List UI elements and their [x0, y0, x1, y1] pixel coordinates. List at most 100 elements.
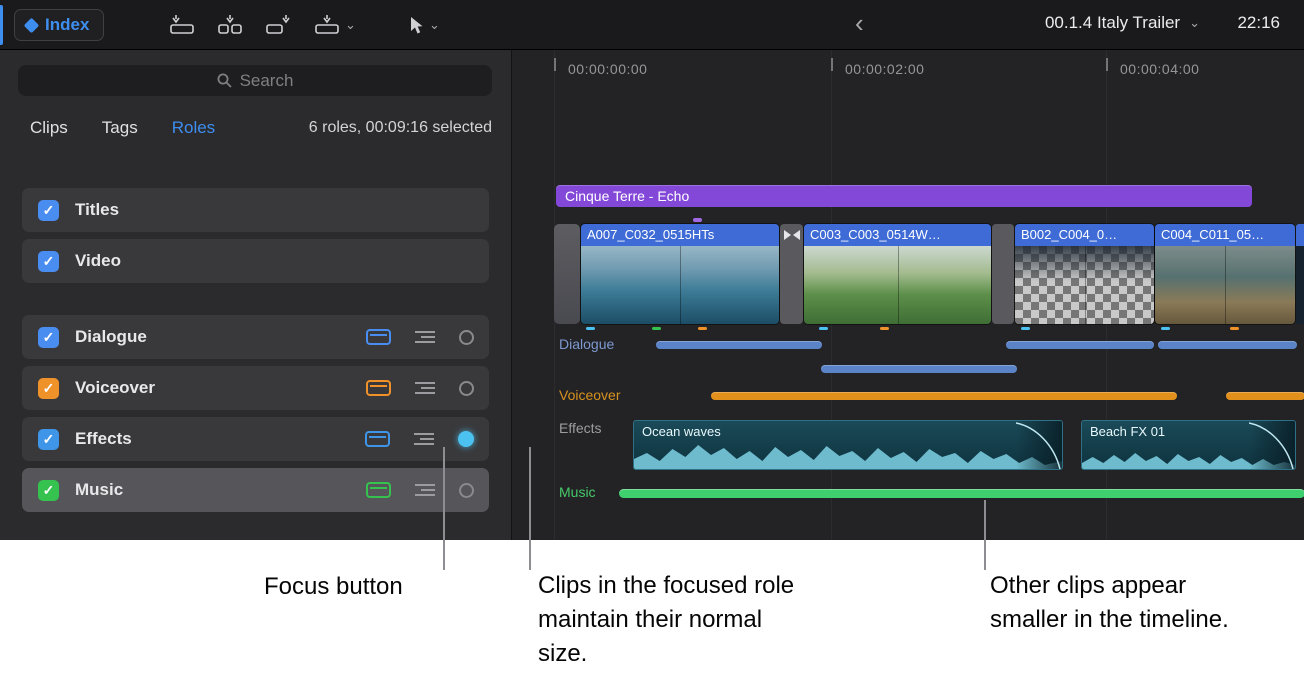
video-clip-title: C003_C003_0514W…: [804, 224, 991, 246]
selection-summary: 6 roles, 00:09:16 selected: [309, 119, 492, 137]
callout-focus-button: Focus button: [264, 570, 403, 604]
clock: 22:16: [1237, 13, 1280, 33]
append-clip-button[interactable]: [258, 11, 298, 39]
project-title-menu[interactable]: 00.1.4 Italy Trailer ⌄: [1045, 13, 1200, 33]
voiceover-audio-clip[interactable]: [1226, 392, 1304, 400]
overwrite-clip-icon: [314, 15, 340, 35]
timeline: 00:00:00:00 00:00:02:00 00:00:04:00 Cinq…: [511, 50, 1304, 540]
subroles-icon[interactable]: [414, 432, 434, 446]
role-row-controls: [366, 482, 474, 498]
audio-lanes-icon[interactable]: [365, 431, 390, 447]
callout-line: [984, 500, 986, 570]
role-row-dialogue[interactable]: ✓ Dialogue: [22, 315, 489, 359]
audio-lanes-icon[interactable]: [366, 329, 391, 345]
ruler-tick: [1106, 58, 1108, 71]
index-label: Index: [45, 15, 89, 35]
chevron-down-icon: ⌄: [1189, 18, 1200, 28]
index-button[interactable]: Index: [14, 9, 104, 41]
tab-roles[interactable]: Roles: [172, 118, 215, 138]
focus-button-active[interactable]: [458, 431, 474, 447]
fcp-window: Index ⌄ ⌄ ‹: [0, 0, 1304, 682]
search-placeholder: Search: [240, 71, 294, 91]
dialogue-audio-clip[interactable]: [1006, 341, 1154, 349]
transition-clip[interactable]: [780, 224, 803, 324]
role-row-controls: [366, 329, 474, 345]
video-clip[interactable]: B002_C004_0…: [1015, 224, 1154, 324]
ruler-tick: [554, 58, 556, 71]
arrow-cursor-icon: [408, 16, 424, 35]
role-row-video[interactable]: ✓ Video: [22, 239, 489, 283]
video-clip-edge[interactable]: [1296, 224, 1304, 324]
role-label: Voiceover: [75, 378, 155, 398]
focus-button[interactable]: [459, 483, 474, 498]
voiceover-checkbox[interactable]: ✓: [38, 378, 59, 399]
effects-audio-clip[interactable]: Beach FX 01: [1081, 420, 1296, 470]
dialogue-audio-clip[interactable]: [821, 365, 1017, 373]
dialogue-checkbox[interactable]: ✓: [38, 327, 59, 348]
append-clip-icon: [265, 15, 291, 35]
video-clip-title: B002_C004_0…: [1015, 224, 1154, 246]
role-row-effects[interactable]: ✓ Effects: [22, 417, 489, 461]
voiceover-audio-clip[interactable]: [711, 392, 1177, 400]
chevron-down-icon: ⌄: [429, 20, 440, 30]
music-audio-clip[interactable]: [619, 489, 1304, 498]
video-clip-title: A007_C032_0515HTs: [581, 224, 779, 246]
transition-stub[interactable]: [554, 224, 580, 324]
subroles-icon[interactable]: [415, 381, 435, 395]
tab-tags[interactable]: Tags: [102, 118, 138, 138]
role-row-controls: [366, 380, 474, 396]
index-diamond-icon: [24, 17, 40, 33]
role-label: Music: [75, 480, 123, 500]
chevron-down-icon: ⌄: [345, 20, 356, 30]
role-row-music[interactable]: ✓ Music: [22, 468, 489, 512]
dialogue-audio-clip[interactable]: [1158, 341, 1297, 349]
video-clip-thumbnail: [1015, 246, 1154, 324]
titles-checkbox[interactable]: ✓: [38, 200, 59, 221]
music-checkbox[interactable]: ✓: [38, 480, 59, 501]
title-clip[interactable]: Cinque Terre - Echo: [556, 185, 1252, 207]
edge-highlight: [0, 5, 3, 45]
search-input[interactable]: Search: [18, 65, 492, 96]
subroles-icon[interactable]: [415, 330, 435, 344]
video-clip-thumbnail: [581, 246, 779, 324]
toolbar: Index ⌄ ⌄ ‹: [0, 0, 1304, 50]
video-clip-title: C004_C011_05…: [1155, 224, 1295, 246]
timecode-label: 00:00:02:00: [845, 61, 924, 77]
lane-label-voiceover: Voiceover: [559, 387, 620, 403]
video-clip-thumbnail: [1155, 246, 1295, 324]
focus-button[interactable]: [459, 381, 474, 396]
fade-curve: [1249, 421, 1295, 470]
role-dot: [819, 327, 828, 330]
timecode-label: 00:00:00:00: [568, 61, 647, 77]
video-clip[interactable]: A007_C032_0515HTs: [581, 224, 779, 324]
effects-checkbox[interactable]: ✓: [38, 429, 59, 450]
index-tabs: Clips Tags Roles 6 roles, 00:09:16 selec…: [30, 115, 492, 141]
callout-other-clips: Other clips appear smaller in the timeli…: [990, 569, 1240, 637]
audio-lanes-icon[interactable]: [366, 380, 391, 396]
subroles-icon[interactable]: [415, 483, 435, 497]
timeline-index-panel: Search Clips Tags Roles 6 roles, 00:09:1…: [0, 50, 511, 540]
audio-lanes-icon[interactable]: [366, 482, 391, 498]
insert-clip-button[interactable]: [210, 11, 250, 39]
connect-clip-button[interactable]: [162, 11, 202, 39]
role-label: Video: [75, 251, 121, 271]
dialogue-audio-clip[interactable]: [656, 341, 822, 349]
video-clip-thumbnail: [804, 246, 991, 324]
callout-focused-role: Clips in the focused role maintain their…: [538, 569, 800, 671]
arrow-tool-button[interactable]: ⌄: [398, 11, 450, 39]
tab-clips[interactable]: Clips: [30, 118, 68, 138]
transition-clip[interactable]: [992, 224, 1014, 324]
role-row-voiceover[interactable]: ✓ Voiceover: [22, 366, 489, 410]
role-row-titles[interactable]: ✓ Titles: [22, 188, 489, 232]
video-clip[interactable]: C003_C003_0514W…: [804, 224, 991, 324]
role-label: Dialogue: [75, 327, 147, 347]
callout-line: [443, 447, 445, 570]
role-dot: [698, 327, 707, 330]
connect-clip-icon: [169, 15, 195, 35]
effects-audio-clip[interactable]: Ocean waves: [633, 420, 1063, 470]
overwrite-clip-button[interactable]: ⌄: [306, 11, 364, 39]
video-checkbox[interactable]: ✓: [38, 251, 59, 272]
back-chevron-icon[interactable]: ‹: [855, 8, 864, 39]
video-clip[interactable]: C004_C011_05…: [1155, 224, 1295, 324]
focus-button[interactable]: [459, 330, 474, 345]
